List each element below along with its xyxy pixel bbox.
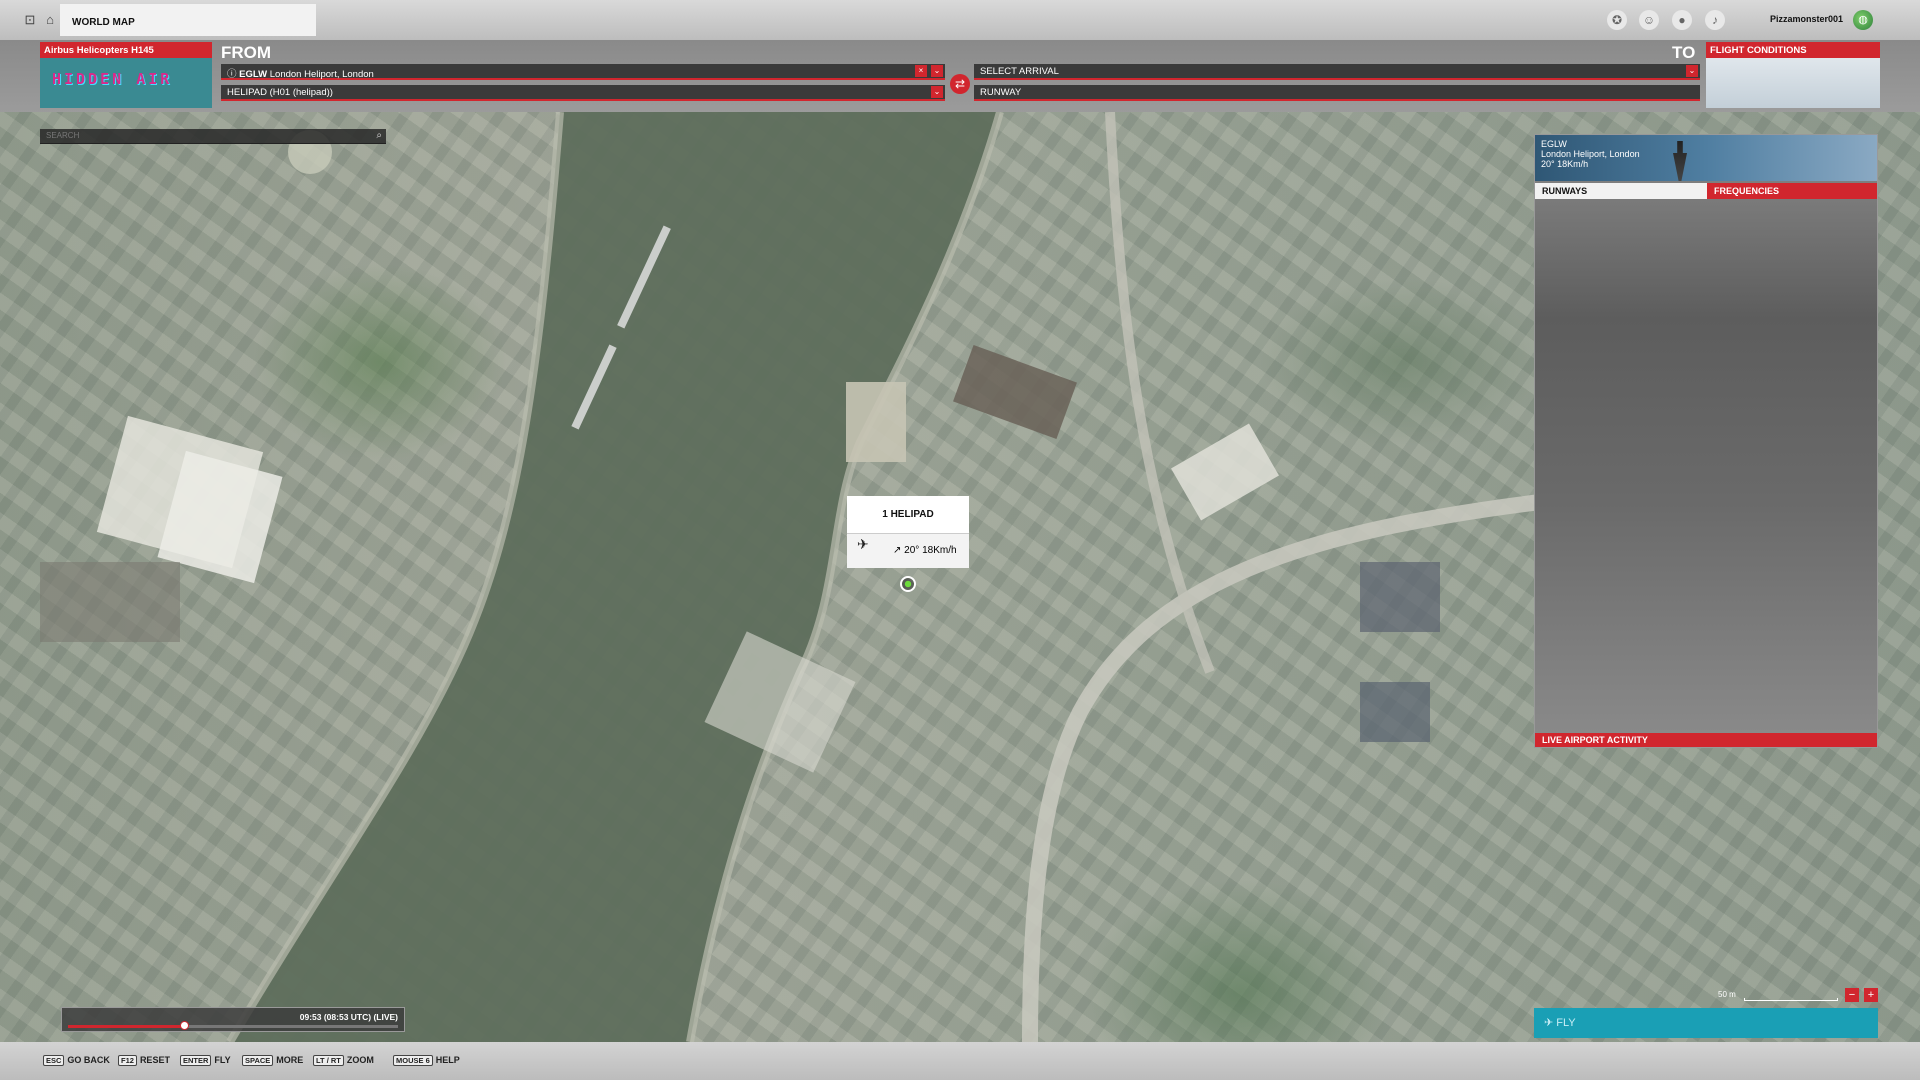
top-bar: ⊡ ⌂ WORLD MAP ✪ ☺ ● ♪ Pizzamonster001 ◍: [0, 0, 1920, 40]
popup-wind: ↗ 20° 18Km/h: [893, 534, 957, 568]
airport-name: London Heliport, London: [1541, 149, 1640, 159]
tab-world-map[interactable]: WORLD MAP: [60, 4, 316, 36]
airport-wind: 20° 18Km/h: [1541, 159, 1589, 169]
aircraft-label: Airbus Helicopters H145: [40, 42, 212, 58]
airport-code: EGLW: [1541, 139, 1567, 149]
departure-spot-field[interactable]: HELIPAD (H01 (helipad)) ⌄: [221, 85, 945, 101]
globe-icon[interactable]: ◍: [1853, 10, 1873, 30]
key-badge: ESC: [43, 1055, 65, 1066]
clear-departure-icon[interactable]: ×: [915, 65, 927, 77]
key-badge: LT / RT: [313, 1055, 344, 1066]
live-airport-activity-button[interactable]: LIVE AIRPORT ACTIVITY: [1535, 733, 1877, 747]
chevron-down-icon[interactable]: ⌄: [931, 86, 943, 98]
map-scale-label: 50 m: [1718, 990, 1736, 999]
search-placeholder: SEARCH: [46, 131, 80, 140]
hint-go-back[interactable]: ESC GO BACK: [43, 1055, 110, 1066]
building-roof: [40, 562, 180, 642]
hint-fly[interactable]: ENTER FLY: [180, 1055, 231, 1066]
arrival-placeholder: SELECT ARRIVAL: [980, 66, 1059, 77]
river-thames: [230, 112, 1000, 1042]
time-slider[interactable]: [68, 1021, 398, 1030]
zoom-out-button[interactable]: −: [1845, 988, 1859, 1002]
swap-route-button[interactable]: ⇄: [950, 74, 970, 94]
from-label: FROM: [221, 43, 272, 62]
departure-code: EGLW: [239, 69, 268, 80]
home-icon[interactable]: ⌂: [40, 12, 60, 28]
bottom-hint-bar: ESC GO BACK F12 RESET ENTER FLY SPACE MORE L…: [0, 1042, 1920, 1080]
info-icon: ⓘ: [227, 69, 240, 80]
runway-placeholder: RUNWAY: [980, 87, 1022, 98]
time-slider-handle[interactable]: [179, 1021, 189, 1030]
tab-frequencies[interactable]: FREQUENCIES: [1707, 183, 1877, 199]
to-label: TO: [1672, 43, 1696, 62]
fly-label: FLY: [1556, 1017, 1576, 1029]
key-badge: SPACE: [242, 1055, 274, 1066]
popup-title: 1 HELIPAD: [847, 496, 969, 534]
airport-info-panel: EGLW London Heliport, London 20° 18Km/h …: [1534, 134, 1878, 748]
notifications-icon[interactable]: ♪: [1705, 10, 1725, 30]
livery-logo: HIDDEN AIR: [52, 70, 173, 88]
heliport-pier: [846, 382, 906, 462]
hint-label: FLY: [214, 1055, 231, 1065]
hint-label: GO BACK: [67, 1055, 110, 1065]
wind-icon: ↗: [893, 545, 905, 556]
hint-label: ZOOM: [346, 1055, 374, 1065]
departure-field[interactable]: ⓘ EGLW London Heliport, London × ⌄: [221, 64, 945, 80]
flight-conditions-button[interactable]: FLIGHT CONDITIONS: [1706, 42, 1880, 108]
world-map-screen: ⊡ ⌂ WORLD MAP ✪ ☺ ● ♪ Pizzamonster001 ◍ …: [0, 0, 1920, 1080]
hint-zoom[interactable]: LT / RT ZOOM: [313, 1055, 374, 1066]
hint-label: HELP: [435, 1055, 460, 1065]
key-badge: MOUSE 6: [393, 1055, 433, 1066]
building-roof: [1360, 562, 1440, 632]
search-icon[interactable]: ⌕: [376, 130, 382, 141]
friends-icon[interactable]: ☺: [1639, 10, 1659, 30]
airport-header: EGLW London Heliport, London 20° 18Km/h: [1535, 135, 1877, 181]
popup-wind-value: 20° 18Km/h: [904, 545, 957, 556]
fly-button[interactable]: ✈ FLY: [1534, 1008, 1878, 1038]
achievements-icon[interactable]: ✪: [1607, 10, 1627, 30]
key-badge: F12: [118, 1055, 137, 1066]
departure-spot: HELIPAD (H01 (helipad)): [227, 87, 333, 98]
building-roof: [1360, 682, 1430, 742]
hint-label: RESET: [139, 1055, 170, 1065]
plane-icon: ✈: [1544, 1017, 1557, 1029]
key-badge: ENTER: [180, 1055, 212, 1066]
hint-help[interactable]: MOUSE 6 HELP: [393, 1055, 460, 1066]
helipad-marker[interactable]: [900, 576, 916, 592]
runway-field[interactable]: RUNWAY: [974, 85, 1700, 101]
profile-icon[interactable]: ●: [1672, 10, 1692, 30]
search-input[interactable]: SEARCH ⌕: [40, 129, 386, 144]
tab-runways[interactable]: RUNWAYS: [1535, 183, 1707, 199]
building-roof: [1171, 423, 1279, 521]
zoom-in-button[interactable]: +: [1864, 988, 1878, 1002]
departure-plane-icon: ✈: [857, 536, 869, 552]
main-road: [1022, 494, 1541, 1042]
departure-name: London Heliport, London: [269, 69, 374, 80]
flight-conditions-label: FLIGHT CONDITIONS: [1706, 42, 1880, 58]
arrival-field[interactable]: SELECT ARRIVAL ⌄: [974, 64, 1700, 80]
map-scale-bar: [1744, 998, 1838, 1001]
aircraft-selector[interactable]: Airbus Helicopters H145 HIDDEN AIR: [40, 42, 212, 108]
flight-plan-header: Airbus Helicopters H145 HIDDEN AIR FROM …: [0, 40, 1920, 112]
time-label: 09:53 (08:53 UTC) (LIVE): [299, 1012, 398, 1022]
chevron-down-icon[interactable]: ⌄: [931, 65, 943, 77]
hint-more[interactable]: SPACE MORE: [242, 1055, 303, 1066]
username[interactable]: Pizzamonster001: [1770, 14, 1843, 24]
helipad-popup[interactable]: 1 HELIPAD ✈ ↗ 20° 18Km/h: [847, 496, 969, 570]
chevron-down-icon[interactable]: ⌄: [1686, 65, 1698, 77]
hint-reset[interactable]: F12 RESET: [118, 1055, 170, 1066]
time-slider-fill: [68, 1025, 184, 1028]
building-roof: [953, 344, 1077, 440]
lb-icon[interactable]: ⊡: [20, 12, 40, 28]
hint-label: MORE: [276, 1055, 304, 1065]
time-slider-panel: 09:53 (08:53 UTC) (LIVE): [61, 1007, 405, 1032]
